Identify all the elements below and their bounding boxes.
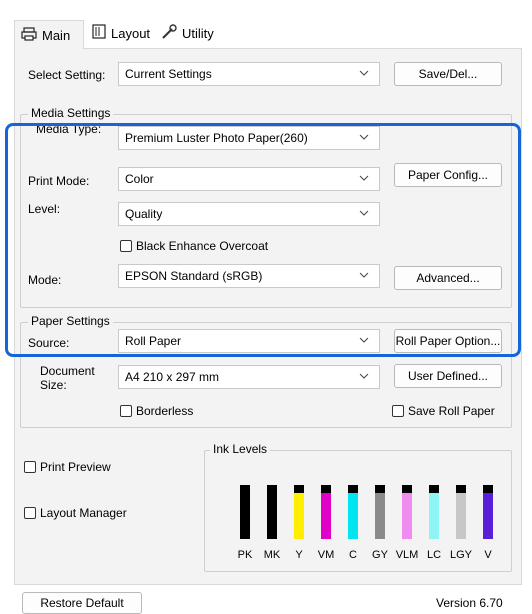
ink-bar-c	[348, 485, 358, 539]
print-preview-label: Print Preview	[40, 460, 111, 474]
ink-bar-lgy	[456, 485, 466, 539]
select-setting-dropdown[interactable]: Current Settings	[118, 62, 380, 86]
highlight-frame	[5, 123, 521, 357]
ink-fill-vlm	[402, 493, 412, 539]
checkbox-box	[120, 405, 132, 417]
layout-icon	[92, 24, 106, 42]
borderless-checkbox[interactable]: Borderless	[120, 404, 193, 418]
ink-fill-lgy	[456, 493, 466, 539]
save-roll-paper-checkbox[interactable]: Save Roll Paper	[392, 404, 495, 418]
ink-fill-y	[294, 493, 304, 539]
wrench-icon	[161, 24, 177, 42]
document-size-label: Document Size:	[40, 364, 95, 392]
ink-fill-c	[348, 493, 358, 539]
checkbox-box	[392, 405, 404, 417]
ink-bar-gy	[375, 485, 385, 539]
ink-label-vlm: VLM	[395, 549, 419, 561]
tab-layout-label: Layout	[111, 25, 151, 41]
ink-bar-lc	[429, 485, 439, 539]
ink-fill-vm	[321, 493, 331, 539]
ink-label-pk: PK	[237, 549, 253, 561]
document-size-value: A4 210 x 297 mm	[125, 370, 220, 384]
printer-icon	[21, 26, 37, 44]
ink-label-mk: MK	[263, 549, 281, 561]
chevron-down-icon	[359, 70, 369, 76]
media-settings-title: Media Settings	[28, 106, 114, 120]
tab-layout[interactable]: Layout	[92, 20, 150, 46]
tab-main-label: Main	[42, 27, 71, 43]
ink-fill-pk	[240, 485, 250, 539]
select-setting-value: Current Settings	[125, 67, 212, 81]
ink-label-y: Y	[295, 549, 303, 561]
ink-label-gy: GY	[372, 549, 388, 561]
ink-fill-v	[483, 493, 493, 539]
checkbox-box	[24, 507, 36, 519]
print-preview-checkbox[interactable]: Print Preview	[24, 460, 111, 474]
borderless-label: Borderless	[136, 404, 194, 418]
save-del-button[interactable]: Save/Del...	[394, 62, 502, 86]
ink-label-c: C	[349, 549, 357, 561]
ink-label-lgy: LGY	[449, 549, 472, 561]
tab-utility[interactable]: Utility	[161, 20, 214, 46]
ink-label-lc: LC	[426, 549, 442, 561]
checkbox-box	[24, 461, 36, 473]
ink-bar-vlm	[402, 485, 412, 539]
ink-bar-mk	[267, 485, 277, 539]
ink-levels-title: Ink Levels	[210, 442, 271, 456]
layout-manager-checkbox[interactable]: Layout Manager	[24, 506, 127, 520]
user-defined-button[interactable]: User Defined...	[394, 364, 502, 388]
restore-default-button[interactable]: Restore Default	[22, 592, 142, 614]
ink-fill-mk	[267, 485, 277, 539]
tab-main[interactable]: Main	[14, 20, 84, 49]
document-size-dropdown[interactable]: A4 210 x 297 mm	[118, 365, 380, 389]
ink-bar-v	[483, 485, 493, 539]
layout-manager-label: Layout Manager	[40, 506, 127, 520]
tab-utility-label: Utility	[182, 25, 214, 41]
save-roll-paper-label: Save Roll Paper	[408, 404, 495, 418]
ink-bar-vm	[321, 485, 331, 539]
select-setting-label: Select Setting:	[28, 68, 106, 82]
ink-fill-gy	[375, 493, 385, 539]
ink-label-vm: VM	[317, 549, 335, 561]
ink-bar-y	[294, 485, 304, 539]
ink-label-v: V	[484, 549, 492, 561]
chevron-down-icon	[359, 373, 369, 379]
ink-fill-lc	[429, 493, 439, 539]
ink-bar-pk	[240, 485, 250, 539]
